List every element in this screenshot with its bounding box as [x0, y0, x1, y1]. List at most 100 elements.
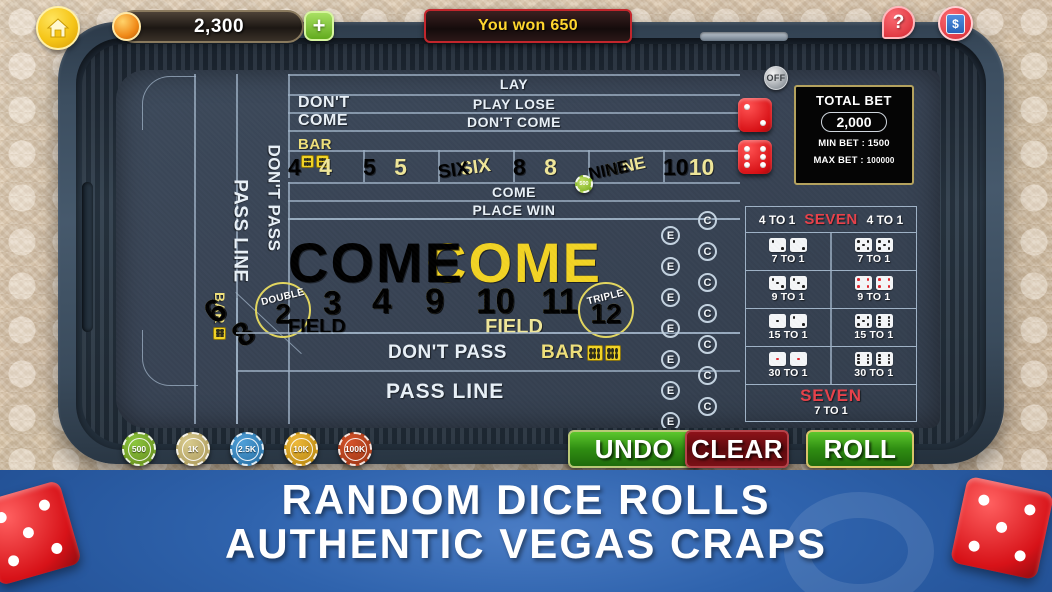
balance-value: 2,300	[193, 15, 245, 37]
dont-pass-vertical-label[interactable]: DON'T PASS	[263, 145, 283, 252]
home-button[interactable]	[36, 6, 80, 50]
banner-line-1: RANDOM DICE ROLLS	[281, 476, 771, 523]
chip-rail-slot-left	[82, 182, 93, 332]
chip-500[interactable]: 500	[122, 432, 156, 466]
add-coins-button[interactable]: +	[304, 11, 334, 41]
hardway-odds: 30 TO 1	[854, 367, 894, 379]
c-bet-circle-7[interactable]: C	[698, 397, 717, 416]
hardway-odds: 9 TO 1	[857, 291, 891, 303]
roll-button[interactable]: ROLL	[806, 430, 914, 468]
hardway-dice-icon	[769, 352, 808, 366]
e-bet-circle-2[interactable]: E	[661, 257, 680, 276]
hardway-bet-left[interactable]: 30 TO 1	[746, 347, 830, 384]
chip-label: 2.5K	[235, 437, 259, 461]
banner-text: RANDOM DICE ROLLS AUTHENTIC VEGAS CRAPS	[0, 476, 1052, 566]
c-bet-circle-4[interactable]: C	[698, 304, 717, 323]
table-die-two	[738, 140, 772, 174]
min-bet-label: MIN BET :	[818, 138, 865, 149]
home-icon	[46, 18, 70, 38]
hardway-odds: 15 TO 1	[768, 329, 808, 341]
chip-2.5k[interactable]: 2.5K	[230, 432, 264, 466]
table-die-one	[738, 98, 772, 132]
e-bet-circle-4[interactable]: E	[661, 319, 680, 338]
promo-banner: RANDOM DICE ROLLS AUTHENTIC VEGAS CRAPS	[0, 470, 1052, 592]
lay-row-label[interactable]: LAY	[288, 76, 740, 92]
win-message-banner: You won 650	[424, 9, 632, 43]
felt-divider	[288, 130, 740, 132]
pass-line-bottom-label[interactable]: PASS LINE	[386, 380, 504, 404]
felt-divider	[236, 370, 740, 372]
place-number-box-nine[interactable]: NINE	[587, 149, 665, 184]
dont-pass-bottom-label[interactable]: DON'T PASS	[388, 342, 507, 364]
max-bet-row: MAX BET : 100000	[813, 155, 894, 166]
place-win-row-label[interactable]: PLACE WIN	[288, 202, 740, 218]
prop-bet-row: 9 TO 1 9 TO 1	[746, 271, 916, 309]
hardway-odds: 30 TO 1	[768, 367, 808, 379]
hardway-odds: 15 TO 1	[854, 329, 894, 341]
chip-1k[interactable]: 1K	[176, 432, 210, 466]
prop-seven-header[interactable]: 4 TO 1 SEVEN 4 TO 1	[746, 207, 916, 233]
prop-footer-odds: 7 TO 1	[814, 405, 848, 418]
point-puck-off[interactable]: OFF	[764, 66, 788, 90]
total-bet-panel: TOTAL BET 2,000 MIN BET : 1500 MAX BET :…	[794, 85, 914, 185]
place-number-box-4[interactable]: 4	[288, 154, 363, 181]
help-button[interactable]: ?	[882, 6, 915, 39]
win-message-text: You won 650	[478, 17, 578, 34]
hardway-bet-right[interactable]: 15 TO 1	[832, 309, 916, 346]
hardway-dice-icon	[769, 314, 808, 328]
max-bet-label: MAX BET :	[813, 155, 864, 166]
prop-bet-row: 15 TO 1 15 TO 1	[746, 309, 916, 347]
proposition-bets-box: 4 TO 1 SEVEN 4 TO 1 7 TO 17 TO 19 TO 19 …	[745, 206, 917, 422]
hardway-bet-left[interactable]: 9 TO 1	[746, 271, 830, 308]
dont-pass-bar-bottom[interactable]: BAR	[541, 342, 621, 364]
e-bet-circle-7[interactable]: E	[661, 412, 680, 428]
c-bet-circle-5[interactable]: C	[698, 335, 717, 354]
place-number-box-5[interactable]: 5	[363, 154, 438, 181]
hardway-dice-icon	[854, 238, 893, 252]
e-bet-circle-6[interactable]: E	[661, 381, 680, 400]
balance-display[interactable]: 2,300	[118, 10, 304, 43]
place-number-box-six[interactable]: SIX	[437, 152, 514, 184]
pass-line-vertical-label[interactable]: PASS LINE	[229, 179, 251, 282]
prop-row-divider	[830, 347, 832, 384]
bar-dice-icon	[586, 345, 621, 361]
e-bet-circle-1[interactable]: E	[661, 226, 680, 245]
hardway-bet-right[interactable]: 9 TO 1	[832, 271, 916, 308]
hardway-dice-icon	[769, 276, 808, 290]
hardway-bet-left[interactable]: 15 TO 1	[746, 309, 830, 346]
e-bet-circle-5[interactable]: E	[661, 350, 680, 369]
clear-button[interactable]: CLEAR	[685, 430, 789, 468]
place-number-box-10[interactable]: 10	[663, 154, 740, 181]
max-bet-value: 100000	[866, 156, 895, 165]
placed-bet-chip[interactable]: 500	[575, 175, 593, 193]
prop-row-divider	[830, 309, 832, 346]
hardway-bet-left[interactable]: 7 TO 1	[746, 233, 830, 270]
total-bet-title: TOTAL BET	[816, 93, 892, 108]
play-lose-row-label[interactable]: PLAY LOSE	[288, 96, 740, 112]
e-bet-circle-3[interactable]: E	[661, 288, 680, 307]
c-bet-circle-3[interactable]: C	[698, 273, 717, 292]
chip-100k[interactable]: 100K	[338, 432, 372, 466]
come-row-label[interactable]: COME	[288, 184, 740, 200]
undo-button[interactable]: UNDO	[568, 430, 700, 468]
chip-label: 500	[127, 437, 151, 461]
prop-header-title: SEVEN	[804, 211, 858, 228]
hardway-bet-right[interactable]: 30 TO 1	[832, 347, 916, 384]
bank-button[interactable]: $	[938, 6, 973, 41]
pass-line-curve-top	[142, 76, 196, 130]
felt-divider	[288, 218, 740, 220]
total-bet-amount: 2,000	[821, 112, 887, 132]
prop-bet-row: 30 TO 1 30 TO 1	[746, 347, 916, 385]
hardway-bet-right[interactable]: 7 TO 1	[832, 233, 916, 270]
chip-10k[interactable]: 10K	[284, 432, 318, 466]
prop-seven-footer[interactable]: SEVEN 7 TO 1	[746, 385, 916, 421]
coin-icon	[112, 12, 141, 41]
chip-label: 1K	[181, 437, 205, 461]
c-bet-circle-6[interactable]: C	[698, 366, 717, 385]
hardway-odds: 7 TO 1	[771, 253, 805, 265]
c-bet-circle-1[interactable]: C	[698, 211, 717, 230]
min-bet-value: 1500	[867, 138, 890, 149]
c-bet-circle-2[interactable]: C	[698, 242, 717, 261]
prop-footer-title: SEVEN	[800, 386, 862, 406]
dont-come-row-label[interactable]: DON'T COME	[288, 114, 740, 130]
